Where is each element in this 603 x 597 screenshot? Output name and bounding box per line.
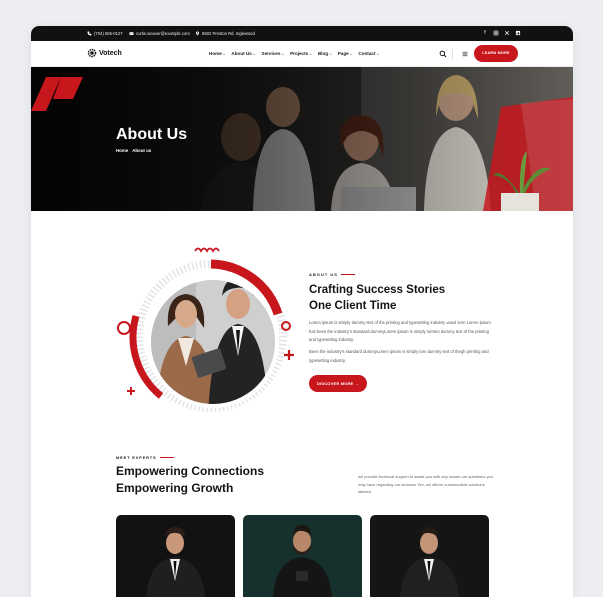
search-icon[interactable] — [439, 50, 447, 58]
facebook-icon[interactable]: f — [482, 30, 488, 36]
menu-icon[interactable] — [462, 51, 468, 57]
chevron-down-icon: ⌵ — [281, 51, 285, 56]
x-icon[interactable] — [504, 30, 510, 36]
top-bar: (704) 555-0127 curtis.weaver@example.com… — [31, 26, 573, 41]
hero-background-image — [31, 67, 573, 211]
nav-item-label: Blog — [317, 51, 329, 56]
chevron-down-icon: ⌵ — [376, 51, 380, 56]
chevron-down-icon: ⌵ — [252, 51, 256, 56]
nav-item-about[interactable]: About Us ⌵ — [231, 51, 255, 56]
phone-info[interactable]: (704) 555-0127 — [87, 31, 123, 36]
nav-item-home[interactable]: Home ⌵ — [209, 51, 225, 56]
breadcrumb: Home About us — [116, 148, 151, 153]
linkedin-icon[interactable] — [515, 30, 521, 36]
chevron-down-icon: ⌵ — [222, 51, 226, 56]
learn-more-button[interactable]: LEARN MORE — [474, 45, 518, 62]
about-heading: Crafting Success Stories One Client Time — [309, 282, 509, 314]
expert-photo — [370, 515, 489, 597]
about-paragraph-2: Been the industry's standard dummyLorem … — [309, 349, 489, 363]
about-image — [117, 259, 294, 412]
chevron-down-icon: ⌵ — [329, 51, 332, 56]
page-title: About Us — [116, 126, 188, 143]
nav-item-label: Projects — [290, 51, 309, 56]
about-heading-line2: One Client Time — [309, 300, 397, 312]
nav-item-services[interactable]: Services ⌵ — [262, 51, 285, 56]
expert-card[interactable] — [370, 515, 489, 597]
expert-card[interactable] — [243, 515, 362, 597]
nav-item-label: Contact — [358, 51, 376, 56]
nav-item-contact[interactable]: Contact ⌵ — [358, 51, 379, 56]
discover-more-button[interactable]: DISCOVER MORE → — [309, 375, 367, 392]
browser-frame: (704) 555-0127 curtis.weaver@example.com… — [31, 26, 573, 597]
chevron-down-icon: ⌵ — [309, 51, 312, 56]
experts-eyebrow: MEET EXPERTS — [116, 455, 174, 460]
address-info: 6502 Preston Rd. Inglewood — [195, 31, 255, 36]
mail-icon — [129, 31, 134, 35]
email-info[interactable]: curtis.weaver@example.com — [129, 31, 190, 36]
experts-heading-line1: Empowering Connections — [116, 464, 265, 478]
address-text: 6502 Preston Rd. Inglewood — [202, 31, 255, 36]
nav-item-label: Services — [261, 51, 281, 56]
experts-eyebrow-text: MEET EXPERTS — [116, 455, 157, 460]
nav-item-blog[interactable]: Blog ⌵ — [318, 51, 332, 56]
main-nav: Votech Home ⌵ About Us ⌵ Services ⌵ Project… — [31, 41, 573, 67]
email-text: curtis.weaver@example.com — [136, 31, 190, 36]
phone-icon — [87, 31, 92, 36]
social-links: f — [482, 30, 521, 36]
chevron-down-icon: ⌵ — [349, 51, 353, 56]
phone-text: (704) 555-0127 — [94, 31, 123, 36]
gear-logo-icon — [87, 48, 97, 58]
eyebrow-line — [340, 274, 355, 275]
expert-photo — [116, 515, 235, 597]
location-pin-icon — [196, 31, 199, 36]
squiggle-decoration — [194, 247, 220, 253]
experts-description: we provide technical support to assist y… — [358, 474, 493, 494]
logo[interactable]: Votech — [87, 48, 122, 58]
expert-photo — [243, 515, 362, 597]
about-eyebrow: ABOUT US — [309, 272, 355, 277]
nav-divider — [452, 49, 453, 59]
nav-item-page[interactable]: Page ⌵ — [338, 51, 353, 56]
breadcrumb-current: About us — [132, 148, 152, 153]
nav-item-projects[interactable]: Projects ⌵ — [290, 51, 312, 56]
eyebrow-line — [159, 457, 174, 458]
experts-heading-line2: Empowering Growth — [116, 481, 234, 495]
about-paragraph-1: Lorem ipsum is simply dummy text of the … — [309, 320, 491, 342]
nav-item-label: Page — [337, 51, 349, 56]
nav-item-label: About Us — [231, 51, 252, 56]
expert-card[interactable] — [116, 515, 235, 597]
nav-item-label: Home — [209, 51, 222, 56]
nav-menu: Home ⌵ About Us ⌵ Services ⌵ Projects ⌵ Blog… — [209, 51, 379, 56]
experts-heading: Empowering Connections Empowering Growth — [116, 463, 336, 497]
logo-text: Votech — [99, 49, 122, 57]
hero-banner: About Us Home About us — [31, 67, 573, 211]
about-heading-line1: Crafting Success Stories — [309, 284, 446, 296]
breadcrumb-home[interactable]: Home — [116, 148, 128, 153]
about-eyebrow-text: ABOUT US — [309, 272, 338, 277]
instagram-icon[interactable] — [493, 30, 499, 36]
